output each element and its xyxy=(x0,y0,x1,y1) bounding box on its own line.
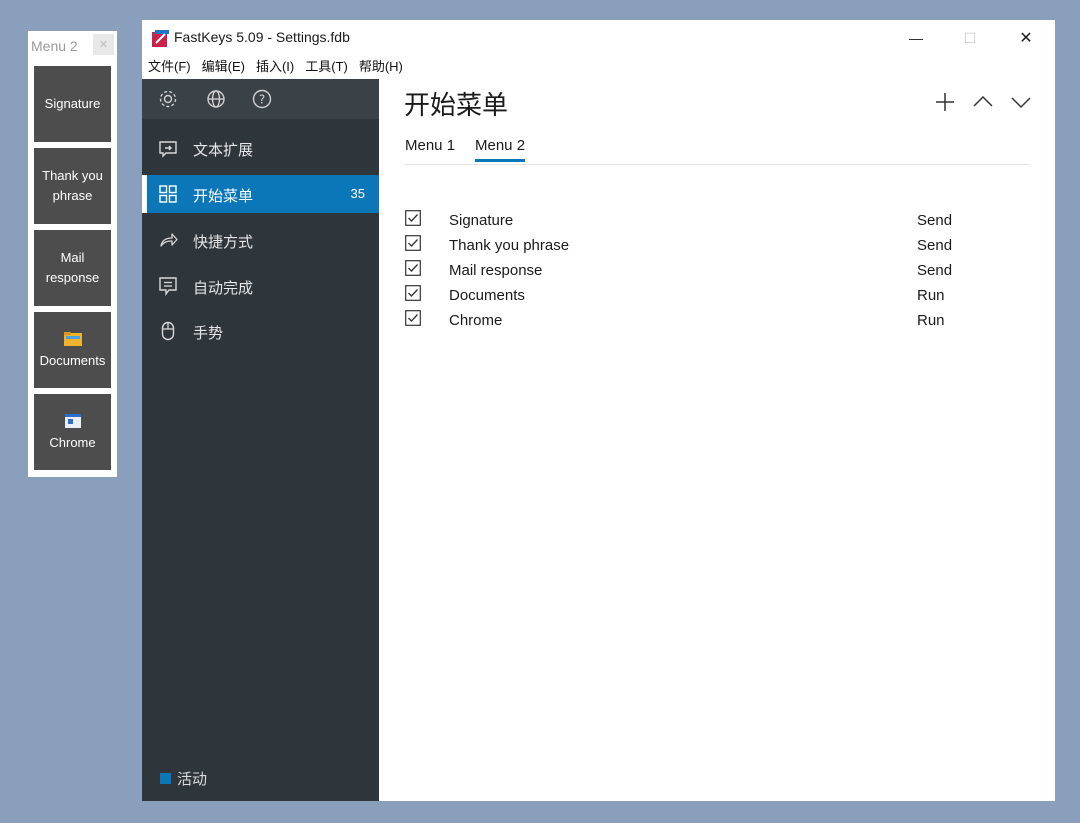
menu-tools[interactable]: 工具(T) xyxy=(299,56,353,78)
menu-tile-thank-you[interactable]: Thank you phrase xyxy=(34,148,111,224)
status-text: 活动 xyxy=(177,771,208,788)
item-name: Chrome xyxy=(449,312,503,329)
list-item[interactable]: Chrome Run xyxy=(405,309,1005,333)
menu-tile-mail-response[interactable]: Mail response xyxy=(34,230,111,306)
list-item[interactable]: Signature Send xyxy=(405,209,1005,233)
gear-icon[interactable] xyxy=(157,88,179,110)
floating-menu-header: Menu 2 ✕ xyxy=(28,31,117,59)
menu-tile-label: Mail response xyxy=(45,250,100,285)
help-icon[interactable]: ? xyxy=(251,88,273,110)
active-indicator xyxy=(142,175,147,213)
checkbox[interactable] xyxy=(405,285,421,301)
autocomplete-icon xyxy=(159,277,177,296)
checkbox[interactable] xyxy=(405,310,421,326)
menu-tile-label: Signature xyxy=(44,96,101,111)
sidebar-item-label: 手势 xyxy=(193,325,224,342)
svg-text:?: ? xyxy=(259,93,265,107)
item-action: Run xyxy=(917,312,945,329)
item-action: Send xyxy=(917,262,953,279)
floating-menu-panel: Menu 2 ✕ Signature Thank you phrase Mail… xyxy=(28,31,117,477)
item-name: Mail response xyxy=(449,262,543,279)
floating-menu-title: Menu 2 xyxy=(31,38,78,54)
page-title: 开始菜单 xyxy=(404,90,509,120)
sidebar: ? 文本扩展 开始菜单 35 快捷方式 自动完成 手势 活动 xyxy=(142,79,379,801)
plus-icon[interactable] xyxy=(932,89,958,115)
status-indicator: 活动 xyxy=(160,768,207,789)
menu-edit[interactable]: 编辑(E) xyxy=(196,56,250,78)
main-window: FastKeys 5.09 - Settings.fdb — ☐ ✕ 文件(F)… xyxy=(142,20,1055,801)
shortcut-arrow-icon xyxy=(160,233,178,247)
item-name: Documents xyxy=(449,287,525,304)
sidebar-item-start-menu[interactable]: 开始菜单 35 xyxy=(142,175,379,213)
sidebar-item-text-expansion[interactable]: 文本扩展 xyxy=(142,129,379,167)
menu-tile-chrome[interactable]: Chrome xyxy=(34,394,111,470)
window-title: FastKeys 5.09 - Settings.fdb xyxy=(174,29,350,45)
item-action: Send xyxy=(917,212,953,229)
menu-file[interactable]: 文件(F) xyxy=(142,56,196,78)
checkbox[interactable] xyxy=(405,235,421,251)
grid-icon xyxy=(159,185,177,203)
sidebar-item-label: 文本扩展 xyxy=(193,142,254,159)
item-name: Thank you phrase xyxy=(449,237,570,254)
list-item[interactable]: Documents Run xyxy=(405,284,1005,308)
title-bar: FastKeys 5.09 - Settings.fdb — ☐ ✕ xyxy=(142,20,1055,56)
menu-tile-signature[interactable]: Signature xyxy=(34,66,111,142)
text-expand-icon xyxy=(159,141,177,158)
close-icon[interactable]: ✕ xyxy=(93,34,114,55)
item-action: Run xyxy=(917,287,945,304)
sidebar-item-label: 自动完成 xyxy=(193,280,254,297)
item-name: Signature xyxy=(449,212,514,229)
sidebar-item-gestures[interactable]: 手势 xyxy=(142,312,379,350)
menu-tile-label: Documents xyxy=(39,352,106,368)
status-dot xyxy=(160,773,171,784)
sidebar-item-label: 开始菜单 xyxy=(193,188,254,205)
sidebar-toolbar: ? xyxy=(142,79,379,119)
maximize-button[interactable]: ☐ xyxy=(947,20,993,56)
list-item[interactable]: Thank you phrase Send xyxy=(405,234,1005,258)
tab-menu-1[interactable]: Menu 1 xyxy=(405,137,455,159)
globe-icon[interactable] xyxy=(205,88,227,110)
checkbox[interactable] xyxy=(405,260,421,276)
menu-tile-label: Chrome xyxy=(49,434,96,450)
main-content: 开始菜单 Menu 1 Menu 2 Signature Send Thank … xyxy=(379,79,1055,801)
app-window-icon xyxy=(64,412,81,430)
menu-help[interactable]: 帮助(H) xyxy=(353,56,408,78)
sidebar-item-shortcuts[interactable]: 快捷方式 xyxy=(142,221,379,259)
minimize-button[interactable]: — xyxy=(893,20,939,56)
menu-tile-documents[interactable]: Documents xyxy=(34,312,111,388)
chevron-down-icon[interactable] xyxy=(1008,89,1034,115)
sidebar-item-autocomplete[interactable]: 自动完成 xyxy=(142,267,379,305)
folder-icon xyxy=(63,330,82,348)
mouse-icon xyxy=(161,321,175,341)
menu-insert[interactable]: 插入(I) xyxy=(250,56,299,78)
close-button[interactable]: ✕ xyxy=(1003,20,1049,56)
app-logo-icon xyxy=(152,30,169,47)
checkbox[interactable] xyxy=(405,210,421,226)
chevron-up-icon[interactable] xyxy=(970,89,996,115)
sidebar-item-label: 快捷方式 xyxy=(193,234,254,251)
tab-bar: Menu 1 Menu 2 xyxy=(405,135,1029,165)
menu-bar: 文件(F) 编辑(E) 插入(I) 工具(T) 帮助(H) xyxy=(142,56,408,78)
list-item[interactable]: Mail response Send xyxy=(405,259,1005,283)
menu-tile-label: Thank you phrase xyxy=(42,168,103,203)
tab-menu-2[interactable]: Menu 2 xyxy=(475,137,526,162)
count-badge: 35 xyxy=(350,186,365,201)
item-action: Send xyxy=(917,237,953,254)
